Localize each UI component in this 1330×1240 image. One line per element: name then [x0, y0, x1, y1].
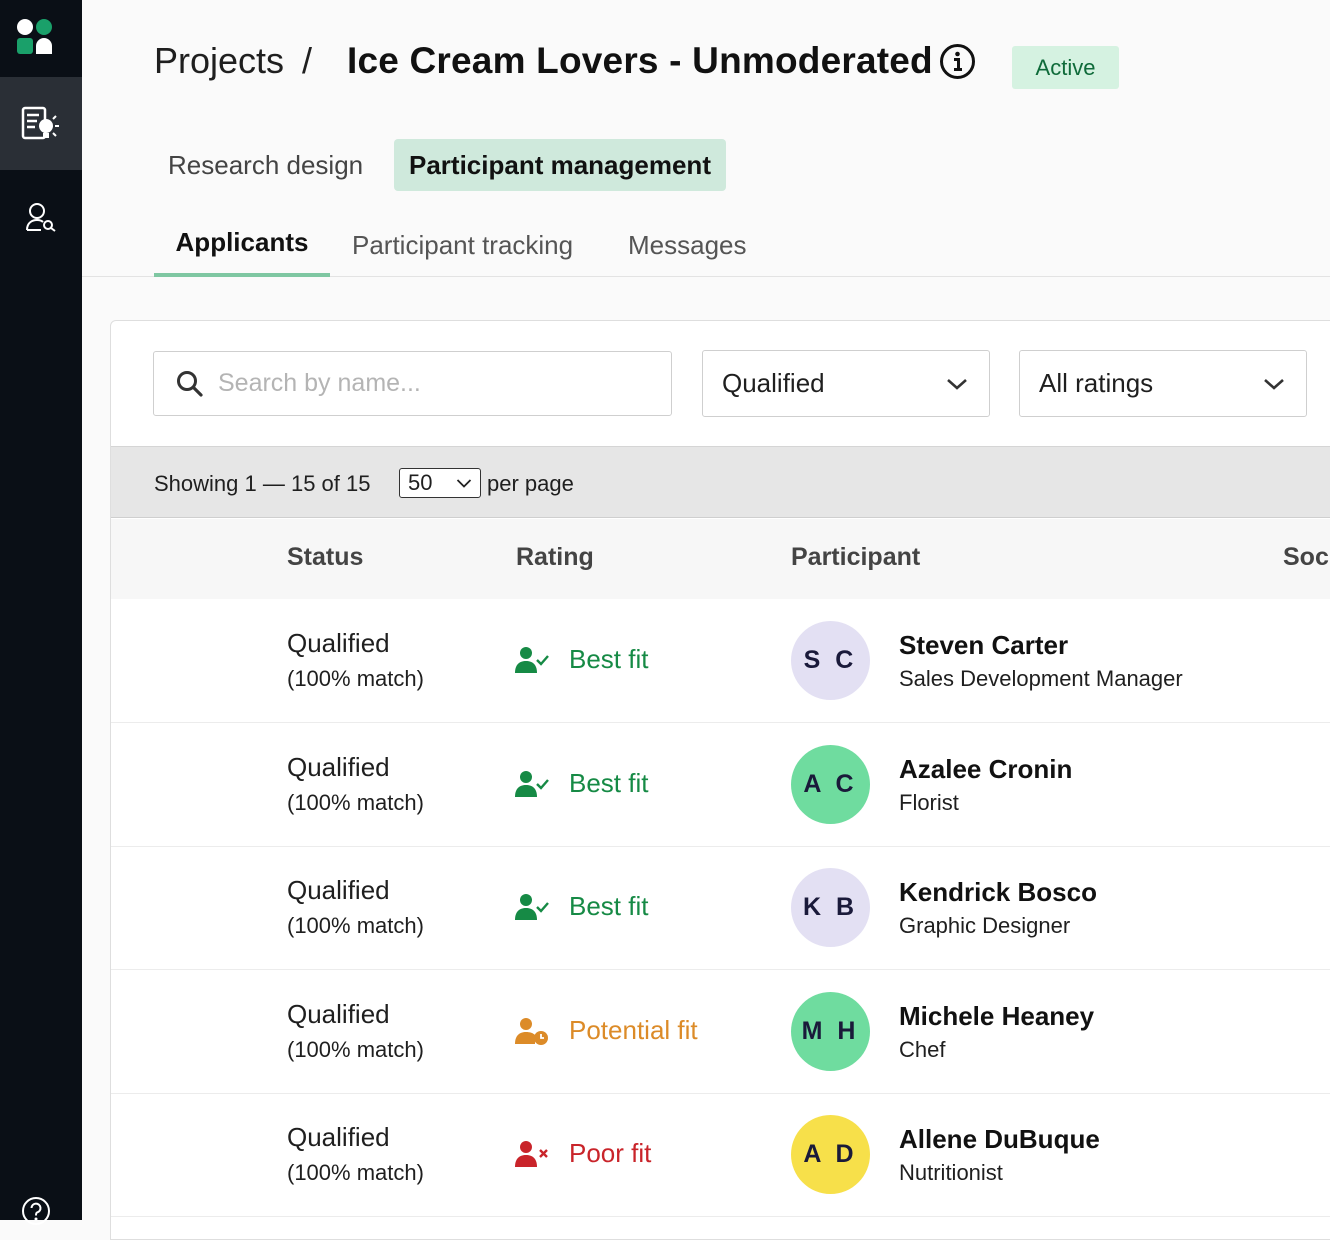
avatar-initials: A C — [803, 769, 858, 798]
per-page-label: per page — [487, 471, 574, 496]
chevron-down-icon — [456, 479, 472, 488]
status-filter-select[interactable]: Qualified — [702, 350, 990, 417]
participant-job-title: Chef — [899, 1036, 946, 1062]
main-content: Projects / Ice Cream Lovers - Unmoderate… — [82, 0, 1330, 1240]
search-icon — [177, 371, 203, 397]
rating-filter-value: All ratings — [1039, 368, 1154, 398]
per-page-select[interactable]: 50 — [399, 468, 481, 498]
poor-fit-icon — [515, 1139, 549, 1169]
rating-label[interactable]: Poor fit — [569, 1138, 651, 1169]
column-header-participant[interactable]: Participant — [791, 543, 920, 572]
participant-name[interactable]: Allene DuBuque — [899, 1124, 1100, 1155]
column-header-social[interactable]: Soc — [1283, 543, 1329, 572]
rating-filter-select[interactable]: All ratings — [1019, 350, 1307, 417]
match-text: (100% match) — [287, 913, 424, 938]
status-text: Qualified — [287, 628, 390, 658]
column-header-status[interactable]: Status — [287, 543, 363, 572]
match-text: (100% match) — [287, 789, 424, 815]
status-text: Qualified — [287, 751, 390, 782]
pagination-bar: Showing 1 — 15 of 15 50 per page — [111, 446, 1330, 518]
match-text: (100% match) — [287, 666, 424, 691]
potential-fit-icon — [515, 1016, 549, 1046]
subtab-applicants[interactable]: Applicants — [154, 222, 330, 277]
chevron-down-icon — [947, 379, 967, 390]
research-project-icon — [21, 106, 59, 139]
rating-label[interactable]: Potential fit — [569, 1015, 698, 1046]
sidebar — [0, 0, 82, 1225]
avatar[interactable]: K B — [791, 868, 870, 947]
best-fit-icon — [515, 892, 549, 922]
user-search-icon — [26, 202, 56, 232]
table-row[interactable]: Qualified (100% match) Best fit K B Kend… — [111, 847, 1330, 970]
search-box — [153, 351, 672, 416]
table-row[interactable]: Qualified (100% match) Poor fit A D Alle… — [111, 1094, 1330, 1217]
participant-job-title: Graphic Designer — [899, 913, 1071, 938]
page-title: Ice Cream Lovers - Unmoderated — [347, 40, 933, 81]
avatar[interactable]: A C — [791, 744, 870, 824]
best-fit-icon — [515, 645, 549, 675]
tab-participant-management[interactable]: Participant management — [394, 139, 726, 191]
avatar[interactable]: S C — [791, 621, 870, 700]
participant-name[interactable]: Steven Carter — [899, 630, 1068, 661]
help-icon[interactable] — [21, 1196, 51, 1226]
status-text: Qualified — [287, 1122, 390, 1152]
participant-name[interactable]: Kendrick Bosco — [899, 877, 1097, 908]
rating-label[interactable]: Best fit — [569, 644, 648, 675]
page-header: Projects / Ice Cream Lovers - Unmoderate… — [82, 0, 1330, 277]
rating-label[interactable]: Best fit — [569, 891, 648, 922]
participant-job-title: Nutritionist — [899, 1160, 1003, 1185]
avatar-initials: K B — [802, 893, 859, 921]
breadcrumb-separator: / — [302, 40, 313, 81]
tab-research-design[interactable]: Research design — [168, 139, 363, 191]
sidebar-item-projects[interactable] — [0, 77, 82, 170]
info-icon[interactable] — [939, 43, 976, 80]
table-header: Status Rating Participant Soc — [111, 519, 1330, 599]
search-input[interactable] — [218, 352, 658, 415]
match-text: (100% match) — [287, 1160, 424, 1185]
participant-job-title: Sales Development Manager — [899, 666, 1183, 691]
best-fit-icon — [515, 769, 549, 799]
avatar[interactable]: A D — [791, 1115, 870, 1194]
avatar[interactable]: M H — [791, 991, 870, 1071]
table-row[interactable]: Qualified (100% match) Best fit A C Azal… — [111, 723, 1330, 847]
table-row[interactable]: Qualified (100% match) Best fit S C Stev… — [111, 600, 1330, 723]
participant-name[interactable]: Michele Heaney — [899, 1001, 1094, 1032]
subtab-participant-tracking[interactable]: Participant tracking — [352, 230, 573, 261]
subtab-messages[interactable]: Messages — [628, 230, 747, 261]
per-page-value: 50 — [408, 470, 433, 495]
table-row[interactable]: Qualified (100% match) Potential fit M H… — [111, 970, 1330, 1094]
app-logo[interactable] — [16, 18, 54, 56]
status-text: Qualified — [287, 875, 390, 905]
participant-name[interactable]: Azalee Cronin — [899, 754, 1072, 785]
status-filter-value: Qualified — [722, 368, 825, 398]
participant-job-title: Florist — [899, 789, 959, 815]
avatar-initials: M H — [801, 1016, 860, 1045]
avatar-initials: S C — [803, 646, 858, 674]
status-badge: Active — [1012, 46, 1119, 89]
sidebar-item-people[interactable] — [0, 170, 82, 263]
match-text: (100% match) — [287, 1036, 424, 1062]
chevron-down-icon — [1264, 379, 1284, 390]
status-text: Qualified — [287, 998, 390, 1029]
avatar-initials: A D — [803, 1140, 858, 1168]
applicants-card: Qualified All ratings Showing 1 — 15 of … — [110, 320, 1330, 1240]
showing-count: Showing 1 — 15 of 15 — [154, 471, 371, 496]
rating-label[interactable]: Best fit — [569, 768, 648, 799]
breadcrumb-projects[interactable]: Projects — [154, 40, 284, 82]
column-header-rating[interactable]: Rating — [516, 543, 594, 572]
